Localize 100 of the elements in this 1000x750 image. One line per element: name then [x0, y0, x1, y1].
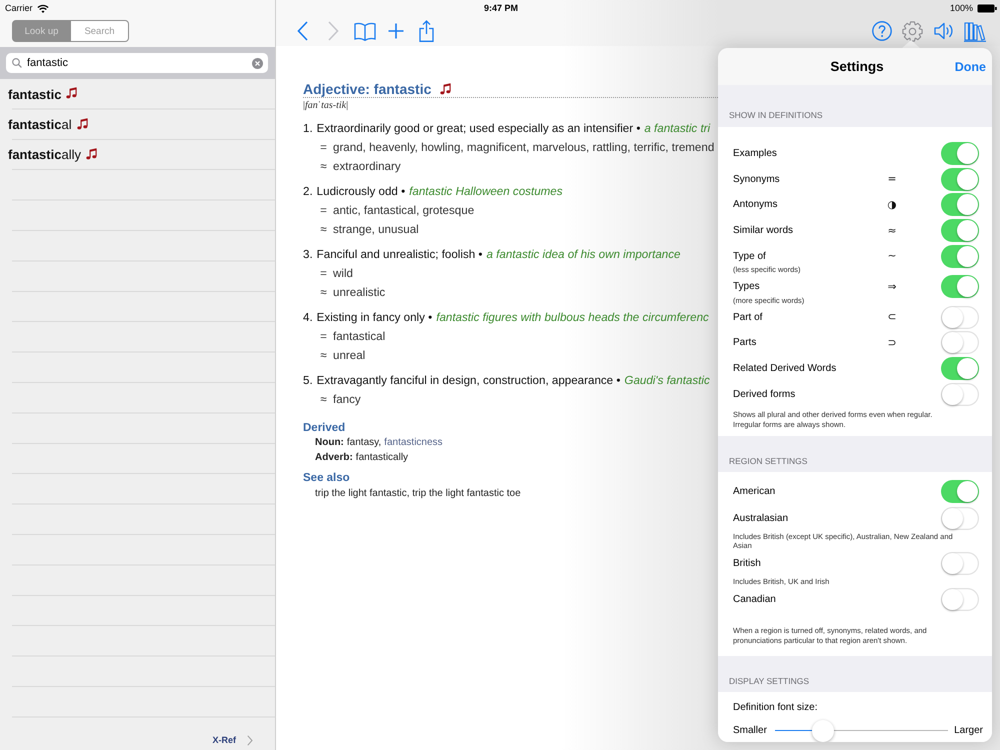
toggle-switch[interactable] [941, 193, 979, 216]
relation-symbol: = [319, 140, 328, 156]
sense-number: 4. [303, 310, 313, 326]
share-icon[interactable] [419, 20, 434, 42]
toggle-switch[interactable] [941, 506, 979, 530]
toggle-switch[interactable] [941, 275, 979, 298]
wifi-icon [36, 4, 49, 12]
toggle-switch[interactable] [941, 306, 979, 329]
toggle-switch[interactable] [941, 382, 979, 406]
setting-label: Similar words [733, 225, 794, 236]
setting-label: Synonyms [733, 174, 780, 185]
section-heading: Derived [303, 421, 346, 435]
setting-symbol: ~ [888, 250, 896, 262]
xref-link[interactable]: X-Ref [212, 735, 253, 746]
music-note-icon[interactable] [76, 118, 88, 130]
setting-label: Antonyms [733, 199, 778, 210]
slider-min-label: Smaller [733, 725, 767, 736]
derived-word-link[interactable]: fantasticness [384, 435, 443, 450]
done-button[interactable]: Done [954, 60, 986, 74]
part-of-speech-label: Noun: [315, 436, 344, 450]
search-field[interactable]: fantastic [6, 53, 268, 73]
setting-label: Canadian [733, 594, 776, 605]
chevron-left-icon[interactable] [297, 21, 308, 41]
setting-label: Derived forms [733, 388, 796, 400]
example-text: fantastic Halloween costumes [409, 184, 563, 200]
section-header: DISPLAY SETTINGS [728, 674, 810, 688]
carrier-name: Carrier [5, 3, 33, 13]
toggle-switch[interactable] [941, 168, 979, 191]
relation-symbol: ≈ [319, 284, 328, 300]
setting-symbol: ⇒ [888, 280, 896, 293]
section-header: SHOW IN DEFINITIONS [728, 109, 824, 122]
related-words: strange, unusual [333, 222, 419, 238]
relation-symbol: = [319, 328, 328, 344]
setting-label: Related Derived Words [733, 363, 836, 374]
toggle-switch[interactable] [941, 480, 979, 503]
popover-title: Settings [830, 59, 884, 74]
related-words: grand, heavenly, howling, magnificent, marvelous, rattling, terrific, tremend [333, 140, 714, 156]
sense-number: 1. [303, 120, 313, 136]
toggle-switch[interactable] [941, 588, 979, 611]
example-text: fantastic figures with bulbous heads the circumferenc [436, 310, 709, 326]
font-size-slider[interactable] [774, 720, 948, 742]
settings-icon[interactable] [902, 20, 923, 42]
battery-icon [977, 4, 997, 12]
setting-label: Types [733, 281, 760, 292]
related-words: antic, fantastical, grotesque [333, 202, 474, 218]
setting-label: Parts [733, 337, 756, 348]
toggle-switch[interactable] [941, 552, 979, 575]
sense-number: 3. [303, 246, 313, 262]
status-time: 9:47 PM [484, 3, 518, 13]
chevron-right-icon [247, 735, 253, 746]
relation-symbol: = [319, 202, 328, 218]
related-words: unrealistic [333, 284, 386, 300]
clear-icon[interactable] [252, 58, 263, 68]
related-words: wild [333, 266, 353, 282]
related-words: extraordinary [333, 158, 401, 174]
section-heading: See also [303, 470, 350, 484]
setting-label: Examples [733, 148, 777, 160]
derived-word: fantastically [356, 451, 408, 465]
setting-symbol: ⊃ [888, 336, 896, 349]
example-text: Gaudi's fantastic [624, 372, 710, 388]
music-note-icon[interactable] [66, 87, 78, 100]
related-words: fantastical [333, 328, 386, 344]
definition-text: Ludicrously odd • [316, 184, 406, 200]
slider-thumb[interactable] [812, 720, 834, 742]
search-icon [12, 58, 22, 68]
toggle-switch[interactable] [941, 331, 979, 354]
speaker-icon[interactable] [934, 22, 954, 40]
sense-number: 5. [303, 372, 313, 388]
setting-label: American [733, 486, 776, 497]
toggle-switch[interactable] [941, 219, 979, 242]
setting-symbol: ⊂ [888, 311, 896, 324]
open-book-icon[interactable] [354, 22, 376, 40]
headword-title: Adjective: fantastic [303, 80, 432, 98]
section-header: REGION SETTINGS [728, 454, 808, 468]
help-icon[interactable] [872, 21, 892, 41]
setting-label: Type of [733, 250, 766, 262]
books-icon[interactable] [964, 20, 986, 42]
definition-text: Extravagantly fanciful in design, construction, appearance • [316, 372, 620, 388]
battery-percent: 100% [950, 3, 973, 13]
relation-symbol: ≈ [319, 158, 328, 174]
related-words: unreal [333, 348, 366, 364]
result-item[interactable]: fantastically [0, 140, 275, 170]
music-note-icon[interactable] [440, 82, 452, 94]
toggle-switch[interactable] [941, 244, 979, 268]
definition-text: Existing in fancy only • [316, 310, 432, 326]
example-text: a fantastic tri [644, 120, 710, 136]
result-item[interactable]: fantastic [0, 79, 275, 110]
toggle-switch[interactable] [941, 357, 979, 380]
relation-symbol: = [319, 266, 328, 282]
plus-icon[interactable] [388, 23, 404, 39]
result-item[interactable]: fantastical [0, 109, 275, 140]
music-note-icon[interactable] [86, 148, 97, 160]
definition-text: Extraordinarily good or great; used especially as an intensifier • [316, 120, 640, 136]
relation-symbol: ≈ [319, 392, 328, 408]
toggle-switch[interactable] [941, 142, 979, 166]
derived-word: fantasy, [346, 436, 382, 450]
slider-max-label: Larger [954, 725, 983, 736]
setting-label: Definition font size: [733, 700, 818, 714]
sense-number: 2. [303, 184, 313, 200]
relation-symbol: ≈ [319, 222, 328, 238]
